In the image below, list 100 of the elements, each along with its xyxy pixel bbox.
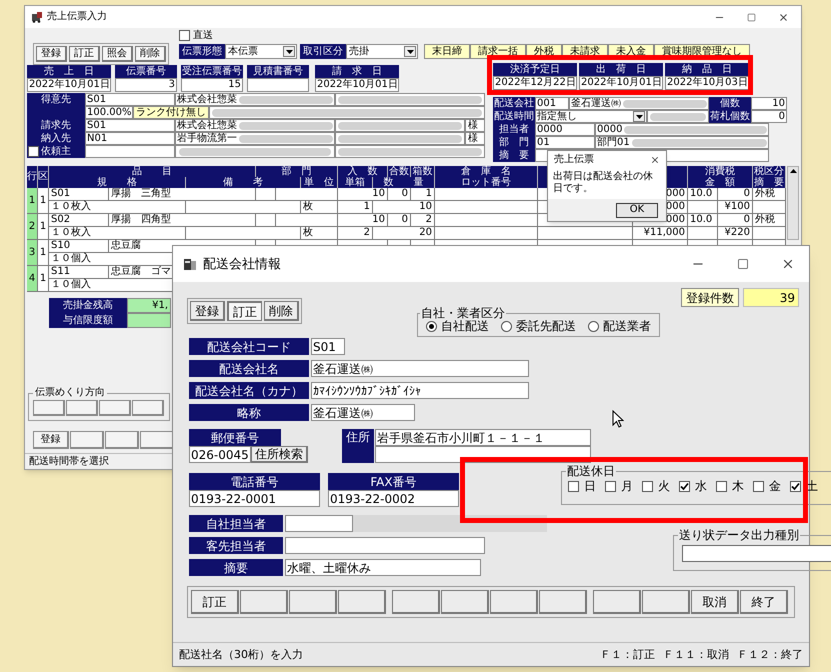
window-title: 売上伝票入力 — [47, 12, 107, 22]
field-label: 納入先 — [27, 132, 85, 145]
field-label: 自社担当者 — [189, 515, 283, 532]
count-field: 39 — [743, 288, 799, 307]
column-header: 入 数 — [338, 166, 388, 177]
party-name: 株式会社惣菜 — [177, 120, 237, 130]
field-label: 伝票形態 — [179, 44, 225, 59]
field-label: 請求先 — [27, 119, 85, 132]
checkbox-label: 依頼主 — [41, 146, 71, 156]
column-header: 数 量 — [373, 177, 435, 188]
field-label: 荷札個数 — [709, 110, 751, 123]
checkbox-label: 木 — [732, 480, 744, 492]
table-cell: 3 — [27, 240, 38, 266]
table-cell: 外税 — [753, 188, 786, 201]
field-label: 伝票番号 — [115, 65, 177, 78]
column-header: 規 格 — [49, 177, 186, 188]
field-label: 取引区分 — [300, 44, 346, 59]
dropdown-value: 本伝票 — [228, 46, 258, 56]
group-label: 送り状データ出力種別 — [678, 529, 800, 541]
table-cell: S10 — [49, 240, 109, 253]
field-label: 電話番号 — [189, 473, 320, 490]
group-label: 伝票めくり方向 — [34, 388, 106, 398]
field-label: 略称 — [189, 404, 309, 421]
column-header: 区 — [38, 166, 49, 188]
field-label: 出 荷 日 — [579, 63, 663, 76]
table-cell: 枚 — [301, 227, 338, 240]
table-cell: 4 — [27, 266, 38, 292]
column-header: 単 位 — [301, 177, 338, 188]
table-cell: ¥11,000 — [633, 227, 688, 240]
column-header: 単箱 — [338, 177, 373, 188]
staff-name: 0000 — [597, 124, 622, 134]
field-label: 見積書番号 — [247, 65, 309, 78]
table-cell: 2 — [338, 227, 373, 240]
field-label: 与信限度額 — [49, 313, 127, 328]
field-label: 摘要 — [189, 559, 283, 576]
table-cell: 10 — [373, 201, 435, 214]
customer-name: 株式会社惣菜 — [177, 94, 237, 104]
table-cell: ¥220 — [718, 227, 753, 240]
table-cell: 20 — [373, 227, 435, 240]
field-label: 住所 — [342, 429, 374, 463]
table-cell: １０枚入 — [49, 201, 186, 214]
column-header: 品 目 — [49, 166, 256, 177]
checkbox-label: 直送 — [193, 30, 213, 40]
table-cell: 2 — [411, 214, 435, 227]
checkbox-label: 月 — [621, 480, 633, 492]
radio-label: 委託先配送 — [516, 320, 576, 332]
table-cell: ¥100 — [718, 201, 753, 214]
table-cell: 10.0 — [688, 214, 718, 227]
radio-label: 自社配送 — [441, 320, 489, 332]
checkbox-label: 金 — [769, 480, 781, 492]
field-label: 個数 — [709, 97, 751, 110]
field-label: 得意先 — [27, 93, 85, 119]
party-name: 岩手物流第一 — [177, 134, 237, 144]
dropdown-value: 売掛 — [349, 46, 369, 56]
table-cell: 0 — [388, 214, 411, 227]
column-header: 消費税 — [688, 166, 753, 177]
dialog-title: 売上伝票 — [554, 155, 594, 165]
table-cell: 枚 — [301, 201, 338, 214]
field-label: 部 門 — [493, 136, 535, 149]
honorific: 様 — [465, 132, 485, 145]
field-label: 配送会社 — [493, 97, 535, 110]
table-cell: 厚揚 三角型 — [109, 188, 256, 201]
field-label: 売 上 日 — [27, 65, 111, 78]
column-header: 金 額 — [688, 177, 753, 188]
field-label: 客先担当者 — [189, 537, 283, 554]
table-cell: 1 — [27, 188, 38, 214]
table-cell: 1 — [411, 188, 435, 201]
dropdown-value: 指定無し — [537, 112, 577, 122]
table-cell: 10 — [338, 188, 388, 201]
field-label: 配送会社コード — [189, 338, 309, 355]
checkbox-label: 日 — [584, 480, 596, 492]
table-cell: 1 — [38, 266, 49, 292]
shortcut-hint: Ｆ１２：終了 — [737, 649, 803, 660]
table-cell: １０枚入 — [49, 227, 186, 240]
field-label: FAX番号 — [328, 473, 459, 490]
status-tag: 末日締 — [424, 44, 470, 59]
column-header: 合数 — [388, 166, 411, 177]
column-header: ロット番号 — [435, 177, 538, 188]
table-cell: 厚揚 四角型 — [109, 214, 256, 227]
table-cell: 10 — [338, 214, 388, 227]
table-cell: 1 — [338, 201, 373, 214]
column-header: 摘 要 — [753, 177, 786, 188]
field-label: 担当者 — [493, 123, 535, 136]
column-header: 税区分 — [753, 166, 786, 177]
amount-field: ¥1, — [127, 298, 171, 313]
table-cell: 2 — [27, 214, 38, 240]
field-label: 納 品 日 — [665, 63, 749, 76]
field-label: 配送会社名（カナ） — [189, 382, 309, 399]
table-cell: S01 — [49, 188, 109, 201]
field-label: 摘 要 — [493, 149, 535, 162]
column-header: 行 — [27, 166, 38, 188]
table-cell: 0 — [718, 214, 753, 227]
column-header: 箱数 — [411, 166, 435, 177]
column-header: 倉 庫 名 — [435, 166, 538, 177]
shortcut-hint: Ｆ１１：取消 — [663, 649, 729, 660]
field-label: 受注伝票番号 — [181, 65, 243, 78]
status-text: 配送社名（30桁）を入力 — [179, 649, 303, 660]
field-label: 配送会社名 — [189, 360, 309, 377]
group-label: 自社・業者区分 — [420, 307, 506, 319]
table-cell: 外税 — [753, 214, 786, 227]
